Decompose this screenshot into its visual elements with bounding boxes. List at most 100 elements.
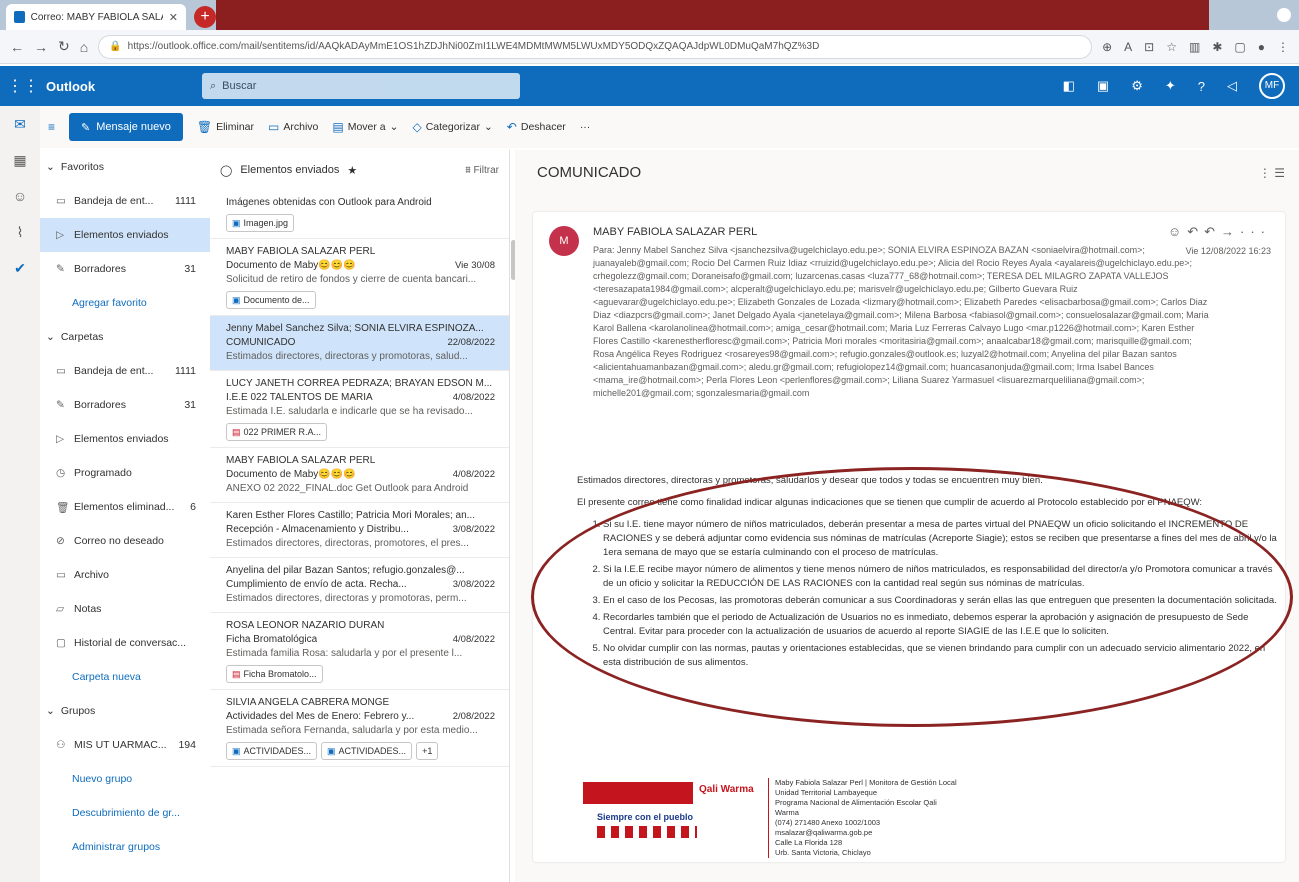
attachment-chip[interactable]: ▣ Imagen.jpg [226,214,295,232]
address-bar[interactable]: 🔒 https://outlook.office.com/mail/sentit… [98,34,1093,59]
filter-button[interactable]: ⩩ Filtrar [465,165,499,176]
attachment-chip[interactable]: ▤ Ficha Bromatolo... [226,665,323,683]
move-to-button[interactable]: ▤ Mover a ⌄ [332,120,398,134]
list-item[interactable]: LUCY JANETH CORREA PEDRAZA; BRAYAN EDSON… [210,371,509,448]
todo-check-icon[interactable]: ✔ [0,250,40,286]
folder-sent-items[interactable]: ▷ Elementos enviados [40,422,210,456]
forward-icon[interactable]: → [34,39,48,55]
search-placeholder: Buscar [222,80,257,92]
home-icon[interactable]: ⌂ [80,39,88,55]
react-icon[interactable]: ☺ [1168,224,1187,239]
folder-deleted-items[interactable]: 🗑 Elementos eliminad... 6 [40,490,210,524]
folders-header[interactable]: ⌄ Carpetas [40,320,210,354]
profile-icon[interactable] [1277,8,1291,22]
browser-tab-strip [216,0,1209,30]
add-favorite-link[interactable]: Agregar favorito [40,286,210,320]
favorites-header[interactable]: ⌄ Favoritos [40,150,210,184]
read-aloud-icon[interactable]: A [1124,40,1132,54]
reload-icon[interactable]: ↻ [58,38,70,55]
reply-icon[interactable]: ↶ [1187,224,1204,239]
expand-icon[interactable]: ☰ [1274,166,1285,180]
new-tab-button[interactable]: + [194,6,216,28]
undo-button[interactable]: ↶ Deshacer [507,120,566,134]
folder-inbox[interactable]: ▭ Bandeja de ent... 1111 [40,354,210,388]
close-tab-icon[interactable]: ✕ [169,11,178,24]
list-item[interactable]: SILVIA ANGELA CABRERA MONGE Actividades d… [210,690,509,767]
attachment-chip[interactable]: ▤ 022 PRIMER R.A... [226,423,328,441]
back-icon[interactable]: ← [10,39,24,55]
sidebar-icon[interactable]: ▢ [1234,40,1245,54]
collections-icon[interactable]: ▥ [1189,40,1200,54]
favorite-star-icon[interactable]: ☆ [1166,40,1177,54]
favorite-sent-items[interactable]: ▷ Elementos enviados [40,218,210,252]
attach-icon[interactable]: ⌇ [0,214,40,250]
folder-drafts[interactable]: ✎ Borradores 31 [40,388,210,422]
help-icon[interactable]: ? [1198,79,1205,94]
calendar-icon[interactable]: ▦ [0,142,40,178]
new-folder-link[interactable]: Carpeta nueva [40,660,210,694]
message-actions: ☺↶↶→··· [1168,224,1271,240]
folder-notes[interactable]: ▱ Notas [40,592,210,626]
more-actions-icon[interactable]: ··· [1240,224,1271,239]
menu-icon[interactable]: ⋮ [1277,40,1289,54]
message-sender: Anyelina del pilar Bazan Santos; refugio… [226,565,465,576]
folder-scheduled[interactable]: ◷ Programado [40,456,210,490]
reply-all-icon[interactable]: ↶ [1204,224,1221,239]
list-item[interactable]: Anyelina del pilar Bazan Santos; refugio… [210,558,509,613]
megaphone-icon[interactable]: ◁ [1227,78,1237,94]
favorite-inbox[interactable]: ▭ Bandeja de ent... 1111 [40,184,210,218]
calendar-day-icon[interactable]: ▣ [1097,78,1109,94]
attachment-chip[interactable]: ▣ Documento de... [226,291,316,309]
signature-line: Urb. Santa Victoria, Chiclayo [775,848,871,857]
more-icon[interactable]: ⋮ [1259,166,1271,180]
forward-icon[interactable]: → [1221,224,1240,239]
group-icon: ⚇ [56,739,66,751]
list-item[interactable]: ROSA LEONOR NAZARIO DURAN Ficha Bromatoló… [210,613,509,690]
archive-button[interactable]: ▭ Archivo [268,120,318,134]
list-item[interactable]: Jenny Mabel Sanchez Silva; SONIA ELVIRA … [210,316,509,371]
folder-archive[interactable]: ▭ Archivo [40,558,210,592]
manage-groups-link[interactable]: Administrar grupos [40,830,210,864]
group-item[interactable]: ⚇ MIS UT UARMAC... 194 [40,728,210,762]
people-icon[interactable]: ☺ [0,178,40,214]
attachment-chip[interactable]: +1 [416,742,439,760]
gear-icon[interactable]: ⚙ [1131,78,1143,94]
list-item[interactable]: MABY FABIOLA SALAZAR PERL Documento de Ma… [210,239,509,316]
select-all-checkbox[interactable]: ◯ [220,164,232,177]
attachment-chip[interactable]: ▣ ACTIVIDADES... [321,742,413,760]
list-item[interactable]: MABY FABIOLA SALAZAR PERL Documento de Ma… [210,448,509,503]
folder-junk[interactable]: ⊘ Correo no deseado [40,524,210,558]
account-icon[interactable]: ● [1258,40,1265,54]
zoom-icon[interactable]: ⊕ [1102,40,1112,54]
message-sender: MABY FABIOLA SALAZAR PERL [226,455,376,466]
hamburger-icon[interactable]: ≡ [48,120,55,134]
folder-conversation-history[interactable]: ▢ Historial de conversac... [40,626,210,660]
new-group-link[interactable]: Nuevo grupo [40,762,210,796]
new-message-button[interactable]: ✎ Mensaje nuevo [69,113,183,141]
list-item[interactable]: Karen Esther Flores Castillo; Patricia M… [210,503,509,558]
discover-groups-link[interactable]: Descubrimiento de gr... [40,796,210,830]
image-icon: ▣ [327,746,336,756]
groups-header[interactable]: ⌄ Grupos [40,694,210,728]
more-options-icon[interactable]: ··· [580,121,591,133]
attachment-chip[interactable]: ▣ ACTIVIDADES... [226,742,318,760]
categorize-button[interactable]: ◇ Categorizar ⌄ [412,120,492,134]
message-date: Vie 30/08 [455,260,495,271]
delete-button[interactable]: 🗑 Eliminar [197,120,254,134]
teams-icon[interactable]: ◧ [1063,78,1075,94]
star-icon[interactable]: ★ [347,164,357,177]
favorite-drafts[interactable]: ✎ Borradores 31 [40,252,210,286]
search-box[interactable]: ⌕ Buscar [202,73,520,99]
lightbulb-icon[interactable]: ✦ [1165,78,1176,94]
sender-name[interactable]: MABY FABIOLA SALAZAR PERL [593,226,757,238]
message-date: 3/08/2022 [452,579,495,590]
split-icon[interactable]: ⊡ [1144,40,1154,54]
outlook-brand[interactable]: Outlook [46,79,202,94]
inbox-icon: ▭ [56,195,66,207]
extensions-icon[interactable]: ✱ [1212,40,1222,54]
app-launcher-icon[interactable]: ⋮⋮ [0,76,46,96]
avatar[interactable]: MF [1259,73,1285,99]
list-item[interactable]: Imágenes obtenidas con Outlook para Andr… [210,190,509,239]
mail-icon[interactable]: ✉ [0,106,40,142]
browser-tab[interactable]: Correo: MABY FABIOLA SALAZA ✕ [6,4,186,30]
